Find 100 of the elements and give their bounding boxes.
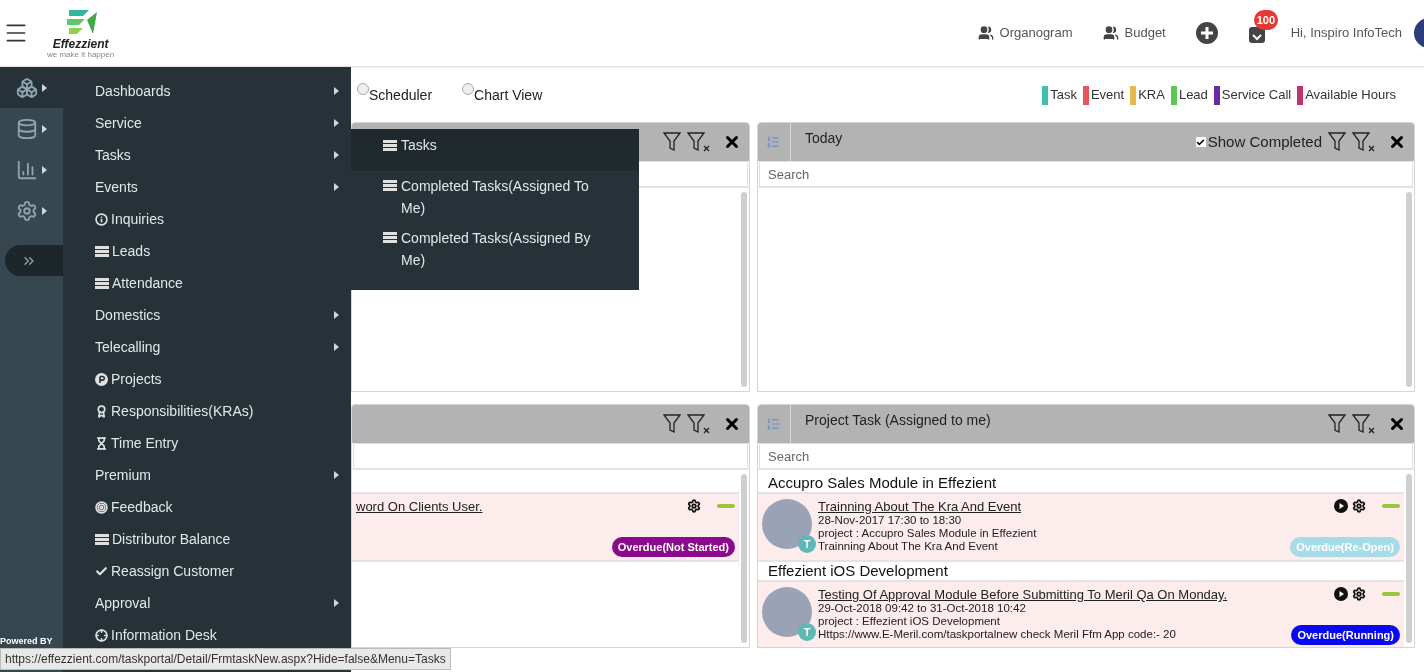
status-pill: Overdue(Not Started) — [611, 536, 735, 557]
clear-filter-icon[interactable] — [687, 414, 711, 434]
menu-item[interactable]: Events — [63, 171, 351, 203]
settings-icon[interactable] — [687, 499, 701, 513]
view-radio[interactable]: Chart View — [462, 84, 543, 106]
close-icon[interactable] — [723, 133, 741, 151]
avatar-badge: T — [798, 535, 816, 553]
inbox-icon[interactable] — [1247, 26, 1266, 44]
legend-label: Service Call — [1221, 86, 1292, 105]
menu-item[interactable]: Time Entry — [63, 427, 351, 459]
settings-icon — [16, 199, 38, 222]
search-field[interactable]: Search — [759, 443, 1413, 469]
play-icon[interactable] — [1334, 587, 1348, 601]
logo-tagline: we make it happen — [47, 49, 115, 59]
caret-icon — [42, 206, 47, 215]
close-icon[interactable] — [1388, 133, 1406, 151]
menu-item[interactable]: Feedback — [63, 491, 351, 523]
crosshair-icon — [95, 628, 108, 642]
target-icon — [95, 500, 108, 514]
menu-item[interactable]: Telecalling — [63, 331, 351, 363]
filter-icon[interactable] — [1328, 414, 1346, 434]
caret-icon — [334, 343, 339, 351]
settings-icon[interactable] — [1352, 587, 1366, 601]
list-icon — [766, 135, 780, 149]
scrollbar[interactable] — [1406, 474, 1412, 643]
menu-item[interactable]: Service — [63, 107, 351, 139]
caret-icon — [334, 471, 339, 479]
menu-item[interactable]: Premium — [63, 459, 351, 491]
close-icon[interactable] — [1388, 415, 1406, 433]
checkbox[interactable] — [1195, 137, 1206, 147]
legend-label: Available Hours — [1305, 86, 1396, 105]
panel-title: Today — [805, 129, 843, 148]
task-project: project : Accupro Sales Module in Effezient — [818, 527, 1038, 540]
menu-item[interactable]: Distributor Balance — [63, 523, 351, 555]
caret-icon — [334, 311, 339, 319]
submenu-item[interactable]: Completed Tasks(Assigned To Me) — [351, 171, 639, 223]
info-icon — [95, 212, 108, 226]
expand-toggle[interactable] — [5, 245, 63, 276]
menu-item[interactable]: Tasks — [63, 139, 351, 171]
avatar — [762, 587, 812, 637]
task-title-link[interactable]: Testing Of Approval Module Before Submitting To Meril Qa On Monday. — [818, 587, 1286, 602]
avatar-badge: T — [798, 623, 816, 641]
status-pill: Overdue(Running) — [1291, 624, 1400, 645]
task-time: 28-Nov-2017 17:30 to 18:30 — [818, 514, 963, 527]
hourglass-icon — [95, 436, 108, 450]
clear-filter-icon[interactable] — [1352, 132, 1376, 152]
search-field[interactable] — [353, 443, 748, 469]
task-project: project : Effezient iOS Development — [818, 615, 1001, 628]
check-icon — [95, 564, 108, 578]
caret-icon — [42, 165, 47, 174]
scrollbar[interactable] — [1406, 192, 1412, 387]
list-icon — [95, 277, 109, 289]
logo[interactable]: Effezzient we make it happen — [47, 7, 115, 59]
nav-link[interactable]: Budget — [1102, 23, 1166, 43]
menu-item[interactable]: Attendance — [63, 267, 351, 299]
show-completed-checkbox[interactable]: Show Completed — [1195, 130, 1322, 154]
status-pill: Overdue(Re-Open) — [1290, 536, 1400, 557]
list-icon — [95, 533, 109, 545]
menu-item[interactable]: Approval — [63, 587, 351, 619]
legend-label: KRA — [1138, 86, 1165, 105]
menu-item[interactable]: Responsibilities(KRAs) — [63, 395, 351, 427]
menu-item[interactable]: Reassign Customer — [63, 555, 351, 587]
clear-filter-icon[interactable] — [1352, 414, 1376, 434]
task-description: Trainning About The Kra And Event — [818, 540, 999, 553]
avatar — [762, 499, 812, 549]
view-radio[interactable]: Scheduler — [357, 84, 433, 106]
nav-link[interactable]: Organogram — [977, 23, 1073, 43]
submenu-item[interactable]: Completed Tasks(Assigned By Me) — [351, 223, 639, 275]
filter-icon[interactable] — [663, 132, 681, 152]
logo-text: Effezzient — [52, 37, 109, 50]
add-icon[interactable] — [1195, 22, 1218, 44]
menu-item[interactable]: Information Desk — [63, 619, 351, 651]
rail-item[interactable] — [0, 67, 63, 108]
list-icon — [383, 232, 397, 243]
task-title-link[interactable]: Trainning About The Kra And Event — [818, 499, 1285, 514]
p-circle-icon — [95, 372, 108, 386]
scrollbar[interactable] — [741, 192, 747, 387]
list-icon — [383, 180, 397, 191]
task-title-link[interactable]: word On Clients User. — [356, 499, 606, 514]
submenu-item[interactable]: Tasks — [351, 129, 639, 171]
scrollbar[interactable] — [741, 474, 747, 643]
search-field[interactable]: Search — [759, 161, 1413, 187]
medal-icon — [95, 404, 108, 418]
menu-item[interactable]: Domestics — [63, 299, 351, 331]
settings-icon[interactable] — [1352, 499, 1366, 513]
filter-icon[interactable] — [1328, 132, 1346, 152]
menu-item[interactable]: Dashboards — [63, 75, 351, 107]
caret-icon — [42, 124, 47, 133]
people-icon — [977, 25, 994, 41]
close-icon[interactable] — [723, 415, 741, 433]
filter-icon[interactable] — [663, 414, 681, 434]
panel-title: Project Task (Assigned to me) — [805, 411, 991, 430]
menu-item[interactable]: Leads — [63, 235, 351, 267]
menu-item[interactable]: Projects — [63, 363, 351, 395]
clear-filter-icon[interactable] — [687, 132, 711, 152]
caret-icon — [42, 83, 47, 92]
people-icon — [1102, 25, 1119, 41]
play-icon[interactable] — [1334, 499, 1348, 513]
notification-count: 100 — [1253, 10, 1279, 30]
menu-item[interactable]: Inquiries — [63, 203, 351, 235]
